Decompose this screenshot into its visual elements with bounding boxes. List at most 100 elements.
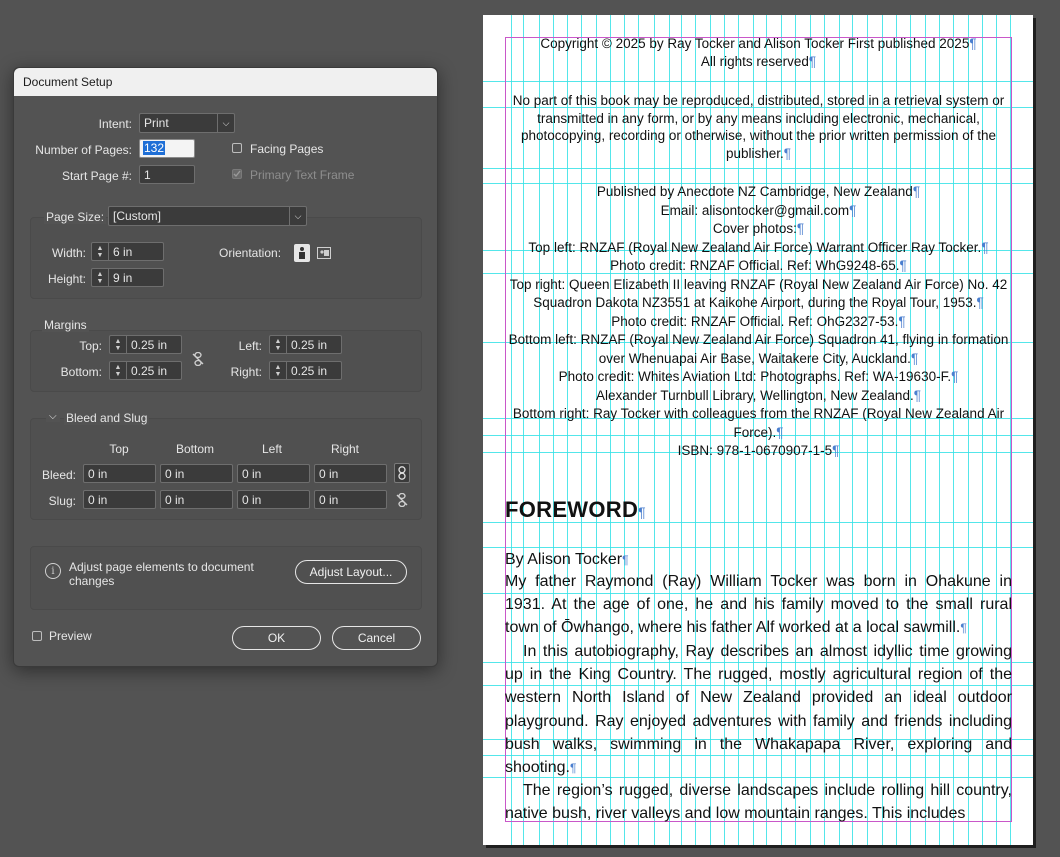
credit-line-text: Alexander Turnbull Library, Wellington, … xyxy=(596,387,914,403)
margin-left-stepper[interactable]: ▲ ▼ 0.25 in xyxy=(269,335,342,354)
body-paragraph-text: The region’s rugged, diverse landscapes … xyxy=(505,782,1012,823)
slug-left-input[interactable] xyxy=(237,490,310,509)
pilcrow: ¶ xyxy=(981,239,989,255)
credit-line-text: Published by Anecdote NZ Cambridge, New … xyxy=(596,184,913,199)
pilcrow: ¶ xyxy=(912,184,921,199)
unlinked-chain-icon[interactable] xyxy=(394,491,410,509)
stepper-arrows-icon[interactable]: ▲ ▼ xyxy=(270,362,287,379)
dialog-titlebar[interactable]: Document Setup xyxy=(14,68,437,96)
landscape-icon[interactable] xyxy=(316,245,332,261)
orientation-label: Orientation: xyxy=(219,246,282,260)
bleed-left-input[interactable] xyxy=(237,464,310,483)
slug-right-input[interactable] xyxy=(314,490,387,509)
height-value: 9 in xyxy=(113,270,133,285)
adjust-layout-text: Adjust page elements to document changes xyxy=(69,560,254,588)
facing-pages-label: Facing Pages xyxy=(250,142,324,156)
rights-reserved-line: All rights reserved¶ xyxy=(505,53,1012,71)
body-paragraph: In this autobiography, Ray describes an … xyxy=(505,640,1012,780)
margin-right-stepper[interactable]: ▲ ▼ 0.25 in xyxy=(269,361,342,380)
copyright-text: Copyright © 2025 by Ray Tocker and Aliso… xyxy=(540,36,970,51)
height-stepper[interactable]: ▲ ▼ 9 in xyxy=(91,268,164,287)
page-size-value: [Custom] xyxy=(113,209,162,223)
credit-line: Alexander Turnbull Library, Wellington, … xyxy=(505,387,1012,406)
preview-checkbox[interactable] xyxy=(32,631,42,641)
credit-line: Top right: Queen Elizabeth II leaving RN… xyxy=(505,276,1012,313)
start-page-label: Start Page #: xyxy=(61,169,132,183)
portrait-figure-icon xyxy=(299,247,305,259)
pilcrow: ¶ xyxy=(832,443,840,458)
intent-value: Print xyxy=(144,116,169,130)
chain-broken-icon xyxy=(396,493,408,507)
pilcrow: ¶ xyxy=(849,202,857,218)
pilcrow: ¶ xyxy=(951,369,959,384)
intent-label: Intent: xyxy=(98,117,132,131)
start-page-input[interactable] xyxy=(139,165,195,184)
chevron-down-icon: ⌵ xyxy=(217,114,234,132)
info-icon: i xyxy=(45,563,61,579)
credit-line: Photo credit: Whites Aviation Ltd: Photo… xyxy=(505,368,1012,387)
byline-text: By Alison Tocker xyxy=(505,551,623,568)
stepper-arrows-icon[interactable]: ▲ ▼ xyxy=(92,243,109,260)
width-stepper[interactable]: ▲ ▼ 6 in xyxy=(91,242,164,261)
linked-chain-icon[interactable] xyxy=(394,463,410,483)
credit-line-text: Photo credit: RNZAF Official. Ref: OhG23… xyxy=(611,313,899,329)
margins-title: Margins xyxy=(42,318,89,332)
pilcrow: ¶ xyxy=(569,761,577,776)
credit-line: Top left: RNZAF (Royal New Zealand Air F… xyxy=(505,239,1012,258)
bleed-header-top: Top xyxy=(109,442,129,456)
primary-text-frame-checkbox[interactable] xyxy=(232,169,242,179)
pilcrow: ¶ xyxy=(776,424,784,440)
chain-link-icon xyxy=(398,466,406,480)
byline: By Alison Tocker¶ xyxy=(505,548,1012,572)
credit-line: ISBN: 978-1-0670907-1-5¶ xyxy=(505,442,1012,461)
credit-line-text: Top left: RNZAF (Royal New Zealand Air F… xyxy=(528,239,982,255)
landscape-figure-icon xyxy=(317,247,331,259)
facing-pages-checkbox[interactable] xyxy=(232,143,242,153)
pilcrow: ¶ xyxy=(783,145,792,161)
credit-line-text: Email: alisontocker@gmail.com xyxy=(660,202,850,218)
pilcrow: ¶ xyxy=(796,221,805,236)
stepper-arrows-icon[interactable]: ▲ ▼ xyxy=(270,336,287,353)
page-size-select[interactable]: [Custom] ⌵ xyxy=(108,206,307,226)
ok-button[interactable]: OK xyxy=(232,626,321,650)
credit-line: Cover photos:¶ xyxy=(505,220,1012,239)
pilcrow: ¶ xyxy=(913,387,921,403)
bleed-top-input[interactable] xyxy=(83,464,156,483)
number-of-pages-value: 132 xyxy=(143,141,166,155)
intent-select[interactable]: Print ⌵ xyxy=(139,113,235,133)
slug-top-input[interactable] xyxy=(83,490,156,509)
credit-line: Photo credit: RNZAF Official. Ref: OhG23… xyxy=(505,313,1012,332)
body-paragraph-text: My father Raymond (Ray) William Tocker w… xyxy=(505,573,1012,637)
page-size-label: Page Size: xyxy=(44,210,107,224)
bleed-bottom-input[interactable] xyxy=(160,464,233,483)
margin-left-label: Left: xyxy=(238,339,262,353)
number-of-pages-label: Number of Pages: xyxy=(35,143,132,157)
document-page[interactable]: Copyright © 2025 by Ray Tocker and Aliso… xyxy=(483,15,1033,845)
preview-label: Preview xyxy=(49,629,92,643)
adjust-layout-button[interactable]: Adjust Layout... xyxy=(295,560,407,584)
margin-right-label: Right: xyxy=(230,365,262,379)
cancel-button[interactable]: Cancel xyxy=(332,626,421,650)
credit-line-text: Cover photos: xyxy=(712,221,797,236)
height-label: Height: xyxy=(47,272,86,286)
credit-line-text: Bottom right: Ray Tocker with colleagues… xyxy=(512,406,1005,440)
chevron-down-icon[interactable]: ⌵ xyxy=(46,411,60,422)
primary-text-frame-label: Primary Text Frame xyxy=(250,168,355,182)
slug-bottom-input[interactable] xyxy=(160,490,233,509)
chain-broken-icon xyxy=(192,352,204,366)
copyright-line: Copyright © 2025 by Ray Tocker and Aliso… xyxy=(505,35,1012,53)
number-of-pages-input[interactable]: 132 xyxy=(139,139,195,158)
margin-left-value: 0.25 in xyxy=(291,337,328,352)
pilcrow: ¶ xyxy=(969,36,977,51)
credit-line: Bottom left: RNZAF (Royal New Zealand Ai… xyxy=(505,331,1012,368)
rights-paragraph: No part of this book may be reproduced, … xyxy=(505,92,1012,162)
cancel-button-label: Cancel xyxy=(357,631,396,645)
document-setup-dialog: Document Setup Intent: Print ⌵ Number of… xyxy=(13,67,438,667)
pilcrow: ¶ xyxy=(898,313,906,329)
pilcrow: ¶ xyxy=(899,258,907,273)
portrait-icon[interactable] xyxy=(294,244,310,262)
ok-button-label: OK xyxy=(267,631,286,645)
stepper-arrows-icon[interactable]: ▲ ▼ xyxy=(92,269,109,286)
bleed-right-input[interactable] xyxy=(314,464,387,483)
pilcrow: ¶ xyxy=(808,54,817,69)
